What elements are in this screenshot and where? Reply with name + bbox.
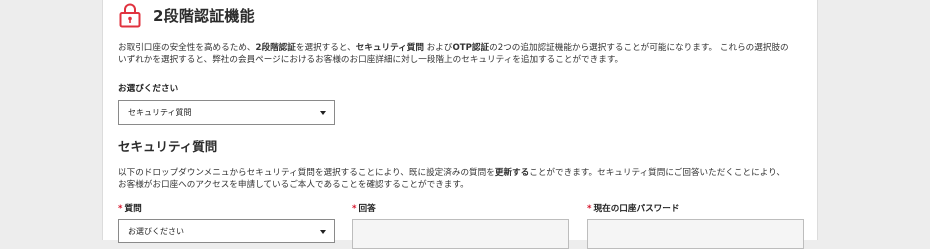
desc-text: および (423, 43, 453, 53)
desc-text: ことができます。セキュリティ質問にご回答いただくことにより、 (529, 168, 785, 178)
desc-emphasis: 更新する (494, 168, 530, 178)
chevron-down-icon (320, 111, 326, 115)
two-factor-auth-card: 2段階認証機能 お取引口座の安全性を高めるため、2段階認証を選択すると、セキュリ… (102, 0, 818, 249)
required-mark: * (118, 204, 123, 214)
desc-emphasis: 2段階認証 (255, 43, 296, 53)
lock-icon (119, 3, 141, 28)
question-select[interactable]: お選びください (118, 219, 335, 243)
answer-label-text: 回答 (358, 204, 376, 214)
security-question-description: 以下のドロップダウンメニュからセキュリティ質問を選択することにより、既に設定済み… (118, 167, 808, 192)
required-mark: * (587, 204, 592, 214)
question-label-text: 質問 (124, 204, 142, 214)
desc-text: の2つの追加認証機能から選択することが可能になります。 これらの選択肢の (489, 43, 789, 53)
method-select[interactable]: セキュリティ質問 (118, 100, 335, 125)
question-label: * 質問 (118, 202, 142, 214)
answer-label: * 回答 (352, 202, 376, 214)
desc-text: いずれかを選択すると、弊社の会員ページにおけるお客様のお口座詳細に対し一段階上の… (118, 55, 624, 66)
desc-text: を選択すると、 (295, 43, 356, 53)
method-select-value: セキュリティ質問 (128, 108, 192, 117)
security-question-title: セキュリティ質問 (118, 139, 218, 154)
section-description: お取引口座の安全性を高めるため、2段階認証を選択すると、セキュリティ質問 および… (118, 42, 808, 67)
desc-emphasis: OTP認証 (452, 43, 490, 53)
chevron-down-icon (320, 230, 326, 234)
desc-text: お取引口座の安全性を高めるため、 (118, 43, 256, 53)
password-input[interactable] (587, 219, 804, 249)
question-select-value: お選びください (128, 227, 184, 236)
desc-text: 以下のドロップダウンメニュからセキュリティ質問を選択することにより、既に設定済み… (118, 168, 495, 178)
desc-emphasis: セキュリティ質問 (355, 43, 424, 53)
method-select-label: お選びください (118, 84, 179, 94)
required-mark: * (352, 204, 357, 214)
password-label: * 現在の口座パスワード (587, 202, 679, 214)
answer-input[interactable] (352, 219, 569, 249)
section-title: 2段階認証機能 (153, 6, 255, 25)
password-label-text: 現在の口座パスワード (593, 204, 680, 214)
section-header: 2段階認証機能 (119, 2, 255, 28)
desc-text: お客様がお口座へのアクセスを申請しているご本人であることを確認することができます… (118, 180, 469, 191)
